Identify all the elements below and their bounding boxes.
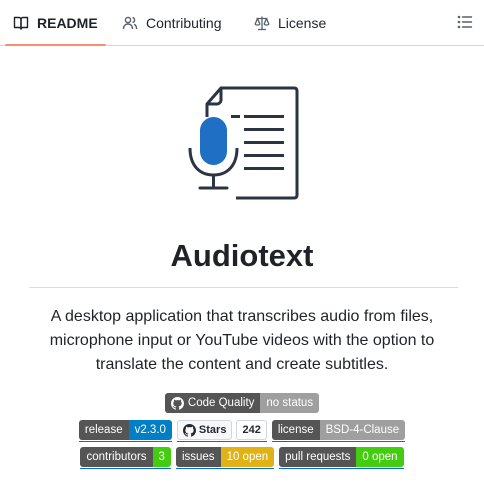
title-divider — [29, 287, 458, 288]
tab-contributing[interactable]: Contributing — [122, 0, 222, 45]
release-badge-label: release — [78, 420, 129, 440]
code-quality-badge-label: Code Quality — [164, 393, 261, 413]
document-microphone-icon — [188, 86, 299, 200]
github-stars-badge[interactable]: Stars 242 — [176, 420, 267, 442]
github-stars-count: 242 — [236, 420, 267, 440]
pull-requests-badge-value: 0 open — [356, 447, 404, 467]
book-icon — [13, 15, 29, 31]
tab-contributing-label: Contributing — [146, 14, 222, 31]
code-quality-badge-value: no status — [260, 393, 320, 413]
github-stars-button: Stars — [176, 420, 233, 440]
github-stars-label: Stars — [198, 424, 227, 436]
tab-readme-label: README — [37, 14, 98, 31]
project-description: A desktop application that transcribes a… — [49, 308, 435, 373]
page-title: Audiotext — [170, 238, 314, 273]
badge-row-2: release v2.3.0 Stars 242 license BSD-4-C… — [0, 420, 484, 442]
pull-requests-badge[interactable]: pull requests 0 open — [279, 447, 404, 469]
contributors-badge-value: 3 — [152, 447, 171, 467]
contributors-badge[interactable]: contributors 3 — [80, 447, 171, 469]
license-badge-label: license — [271, 420, 320, 440]
tab-readme[interactable]: README — [13, 0, 98, 45]
tab-license-label: License — [278, 14, 327, 31]
table-of-contents-button[interactable] — [457, 14, 473, 30]
contributors-badge-label: contributors — [80, 447, 153, 467]
list-unordered-icon — [457, 15, 473, 29]
people-icon — [122, 15, 138, 31]
license-badge[interactable]: license BSD-4-Clause — [271, 420, 406, 442]
issues-badge-label: issues — [175, 447, 221, 467]
badge-row-1: Code Quality no status — [0, 393, 484, 413]
issues-badge-value: 10 open — [220, 447, 275, 467]
active-tab-indicator — [5, 44, 106, 46]
readme-tab-bar: README Contributing License — [0, 0, 484, 46]
tab-license[interactable]: License — [254, 0, 326, 45]
issues-badge[interactable]: issues 10 open — [175, 447, 275, 469]
code-quality-badge[interactable]: Code Quality no status — [164, 393, 320, 413]
law-icon — [254, 15, 270, 31]
code-quality-label-text: Code Quality — [187, 397, 255, 409]
github-icon — [170, 396, 184, 410]
badge-row-3: contributors 3 issues 10 open pull reque… — [0, 447, 484, 469]
audiotext-logo — [186, 84, 300, 207]
license-badge-value: BSD-4-Clause — [319, 420, 406, 440]
pull-requests-badge-label: pull requests — [279, 447, 357, 467]
release-badge[interactable]: release v2.3.0 — [78, 420, 172, 442]
release-badge-value: v2.3.0 — [128, 420, 172, 440]
github-icon — [182, 423, 196, 437]
